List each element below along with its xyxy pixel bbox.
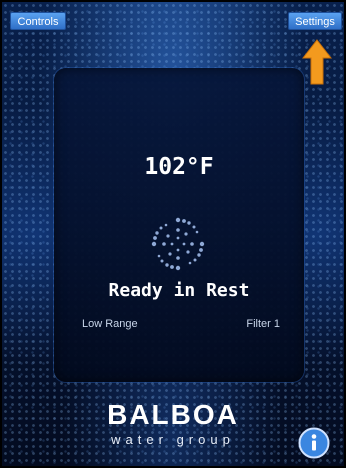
temperature-range-label: Low Range (82, 318, 138, 330)
brand-subtitle: water group (111, 432, 235, 447)
temperature-readout: 102°F (144, 154, 214, 180)
up-arrow-icon (302, 39, 332, 85)
controls-button[interactable]: Controls (10, 12, 66, 30)
app-screen: Controls Settings 102°F Ready in Rest Lo… (2, 2, 344, 466)
info-icon[interactable] (298, 427, 330, 459)
filter-label: Filter 1 (246, 318, 280, 330)
status-panel: 102°F Ready in Rest Low Range Filter 1 (54, 68, 304, 382)
brand-logo: BALBOA water group (2, 399, 344, 448)
swirl-icon (151, 217, 205, 271)
brand-name: BALBOA (107, 399, 239, 430)
status-text: Ready in Rest (108, 280, 250, 301)
settings-button[interactable]: Settings (288, 12, 342, 30)
